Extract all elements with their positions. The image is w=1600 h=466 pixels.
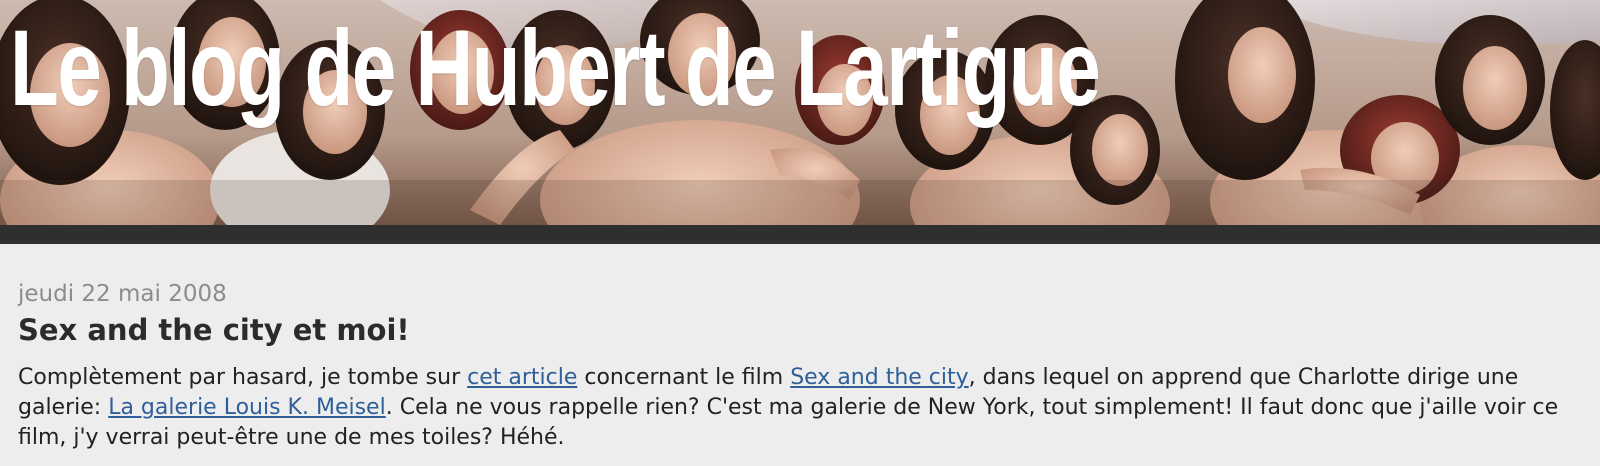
blog-post: jeudi 22 mai 2008 Sex and the city et mo…	[0, 244, 1600, 453]
post-body: Complètement par hasard, je tombe sur ce…	[18, 363, 1582, 453]
post-text-segment: Complètement par hasard, je tombe sur	[18, 365, 468, 391]
sex-and-the-city-link[interactable]: Sex and the city	[790, 365, 968, 390]
blog-header: Le blog de Hubert de Lartigue	[0, 0, 1600, 225]
post-text-segment: concernant le film	[577, 365, 791, 391]
post-title[interactable]: Sex and the city et moi!	[18, 313, 1582, 348]
cet-article-link[interactable]: cet article	[467, 365, 577, 390]
galerie-louis-k-meisel-link[interactable]: La galerie Louis K. Meisel	[108, 395, 386, 420]
header-divider-bar	[0, 225, 1600, 244]
blog-title[interactable]: Le blog de Hubert de Lartigue	[10, 14, 1101, 122]
post-date: jeudi 22 mai 2008	[18, 281, 227, 307]
